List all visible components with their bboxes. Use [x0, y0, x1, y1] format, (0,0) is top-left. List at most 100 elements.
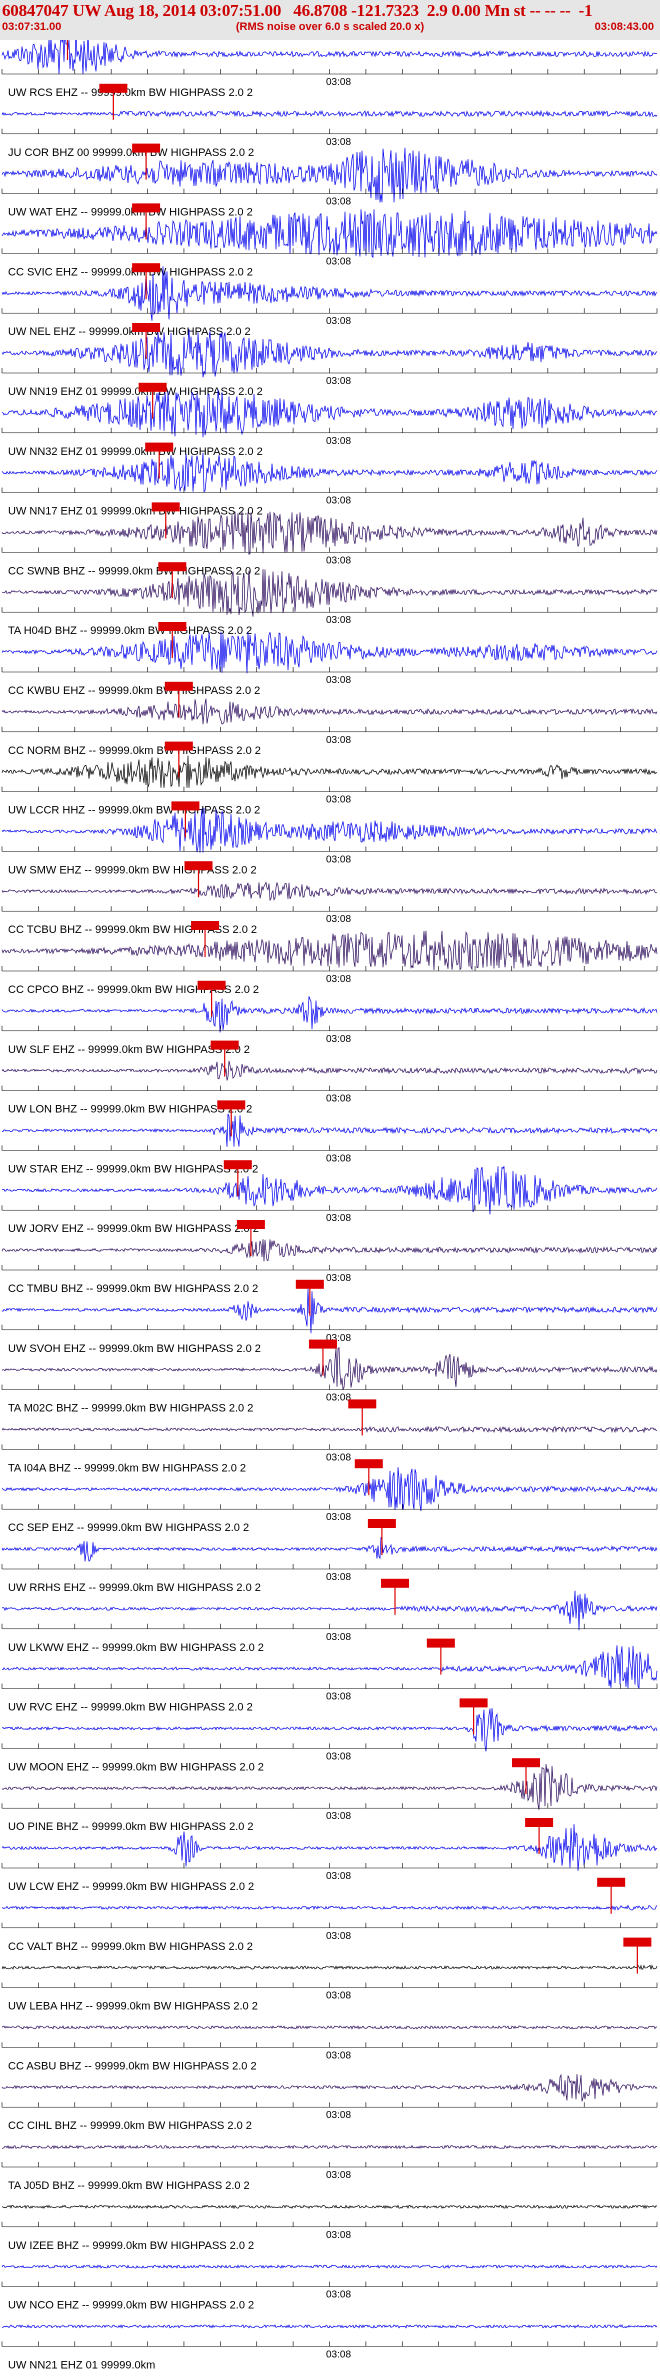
pick-marker: [132, 263, 161, 273]
station-label: UW LKWW EHZ -- 99999.0km BW HIGHPASS 2.0…: [8, 1642, 264, 1654]
station-label: CC TCBU BHZ -- 99999.0km BW HIGHPASS 2.0…: [8, 924, 257, 936]
center-time-label: 03:08: [326, 77, 351, 88]
pick-marker: [223, 1160, 252, 1170]
pick-marker: [158, 562, 187, 572]
center-time-label: 03:08: [326, 1692, 351, 1703]
pick-marker: [164, 681, 193, 691]
center-time-label: 03:08: [326, 1751, 351, 1762]
station-label: UW SMW EHZ -- 99999.0km BW HIGHPASS 2.0 …: [8, 864, 257, 876]
station-label: CC CIHL BHZ -- 99999.0km BW HIGHPASS 2.0…: [8, 2120, 252, 2132]
center-time-label: 03:08: [326, 316, 351, 327]
pick-marker: [348, 1399, 377, 1409]
station-label: CC TMBU BHZ -- 99999.0km BW HIGHPASS 2.0…: [8, 1283, 258, 1295]
scale-note: (RMS noise over 6.0 s scaled 20.0 x): [235, 21, 425, 33]
trace-waveform: [1, 2264, 658, 2269]
pick-marker: [158, 622, 187, 631]
center-time-label: 03:08: [326, 1273, 351, 1284]
seismogram-plot: 03:08 UW RCS EHZ -- 99999.0km BW HIGHPASS…: [1, 40, 658, 2371]
trace-waveform: [1, 109, 658, 118]
station-label: UW MOON EHZ -- 99999.0km BW HIGHPASS 2.0…: [8, 1761, 264, 1773]
trace-waveform: [1, 881, 658, 902]
station-label: TA J05D BHZ -- 99999.0km BW HIGHPASS 2.0…: [8, 2180, 250, 2192]
station-label: UW RCS EHZ -- 99999.0km BW HIGHPASS 2.0 …: [8, 87, 253, 99]
center-time-label: 03:08: [326, 1213, 351, 1224]
center-time-label: 03:08: [326, 735, 351, 746]
pick-marker: [367, 1519, 396, 1528]
trace-waveform: [1, 452, 658, 493]
station-label: UW NCO EHZ -- 99999.0km BW HIGHPASS 2.0 …: [8, 2300, 254, 2312]
end-time: 03:08:43.00: [594, 21, 654, 33]
station-label: CC SWNB BHZ -- 99999.0km BW HIGHPASS 2.0…: [8, 565, 260, 577]
pick-marker: [184, 861, 213, 871]
center-time-label: 03:08: [326, 795, 351, 806]
center-time-label: 03:08: [326, 1632, 351, 1643]
center-time-label: 03:08: [326, 974, 351, 985]
center-time-label: 03:08: [326, 2290, 351, 2301]
center-time-label: 03:08: [326, 2110, 351, 2121]
center-time-label: 03:08: [326, 496, 351, 507]
station-label: UW LON BHZ -- 99999.0km BW HIGHPASS 2.0 …: [8, 1104, 252, 1116]
station-label: CC VALT BHZ -- 99999.0km BW HIGHPASS 2.0…: [8, 1941, 253, 1953]
center-time-label: 03:08: [326, 675, 351, 686]
pick-marker: [525, 1818, 554, 1827]
station-label: CC KWBU EHZ -- 99999.0km BW HIGHPASS 2.0…: [8, 685, 260, 697]
station-label: UW LCW EHZ -- 99999.0km BW HIGHPASS 2.0 …: [8, 1881, 254, 1893]
station-label: UW JORV EHZ -- 99999.0km BW HIGHPASS 2.0…: [8, 1223, 259, 1235]
center-time-label: 03:08: [326, 914, 351, 925]
center-time-label: 03:08: [326, 1393, 351, 1404]
pick-marker: [171, 801, 200, 811]
center-time-label: 03:08: [326, 2170, 351, 2181]
station-label: UW NN17 EHZ 01 99999.0km BW HIGHPASS 2.0…: [8, 506, 263, 518]
center-time-label: 03:08: [326, 1512, 351, 1523]
station-label: TA H04D BHZ -- 99999.0km BW HIGHPASS 2.0…: [8, 625, 252, 637]
pick-marker: [132, 143, 161, 153]
center-time-label: 03:08: [326, 615, 351, 626]
center-time-label: 03:08: [326, 2050, 351, 2061]
pick-marker: [426, 1638, 455, 1648]
pick-marker: [138, 382, 167, 392]
center-time-label: 03:08: [326, 2349, 351, 2360]
pick-marker: [197, 980, 226, 990]
trace-waveform: [1, 1239, 658, 1262]
trace-waveform: [1, 2144, 658, 2150]
pick-marker: [381, 1578, 409, 1588]
station-label: CC SVIC EHZ -- 99999.0km BW HIGHPASS 2.0…: [8, 266, 253, 278]
center-time-label: 03:08: [326, 436, 351, 447]
center-time-label: 03:08: [326, 1572, 351, 1583]
trace-waveform: [1, 930, 658, 971]
station-label: TA I04A BHZ -- 99999.0km BW HIGHPASS 2.0…: [8, 1462, 246, 1474]
station-label: UW NN21 EHZ 01 99999.0km: [8, 2359, 155, 2371]
pick-marker: [354, 1459, 383, 1469]
center-time-label: 03:08: [326, 1034, 351, 1045]
center-time-label: 03:08: [326, 2230, 351, 2241]
station-label: UW NN19 EHZ 01 99999.0km BW HIGHPASS 2.0…: [8, 386, 263, 398]
trace-waveform: [1, 1964, 658, 1971]
station-label: UW RVC EHZ -- 99999.0km BW HIGHPASS 2.0 …: [8, 1702, 253, 1714]
event-title: 60847047 UW Aug 18, 2014 03:07:51.00 46.…: [2, 1, 593, 20]
center-time-label: 03:08: [326, 137, 351, 148]
station-label: UW LCCR HHZ -- 99999.0km BW HIGHPASS 2.0…: [8, 805, 260, 817]
pick-marker: [295, 1279, 324, 1289]
pick-marker: [597, 1877, 626, 1887]
trace-waveform: [1, 1536, 658, 1562]
pick-marker: [132, 323, 161, 332]
trace-waveform: [1, 1904, 658, 1911]
pick-marker: [210, 1040, 239, 1050]
pick-marker: [151, 502, 180, 512]
station-label: UW SVOH EHZ -- 99999.0km BW HIGHPASS 2.0…: [8, 1343, 261, 1355]
station-label: UW WAT EHZ -- 99999.0km BW HIGHPASS 2.0 …: [8, 207, 253, 219]
pick-marker: [191, 921, 220, 930]
center-time-label: 03:08: [326, 1452, 351, 1463]
station-label: UW IZEE BHZ -- 99999.0km BW HIGHPASS 2.0…: [8, 2240, 254, 2252]
station-label: UW NN32 EHZ 01 99999.0km BW HIGHPASS 2.0…: [8, 446, 263, 458]
trace-waveform: [1, 755, 658, 788]
trace-waveform: [1, 2025, 658, 2030]
trace-waveform: [2, 1113, 658, 1147]
plot-header: 60847047 UW Aug 18, 2014 03:07:51.00 46.…: [0, 0, 660, 40]
station-label: CC SEP EHZ -- 99999.0km BW HIGHPASS 2.0 …: [8, 1522, 249, 1534]
center-time-label: 03:08: [326, 376, 351, 387]
trace-waveform: [1, 2204, 658, 2210]
center-time-label: 03:08: [326, 197, 351, 208]
center-time-label: 03:08: [326, 1991, 351, 2002]
pick-marker: [145, 442, 174, 452]
